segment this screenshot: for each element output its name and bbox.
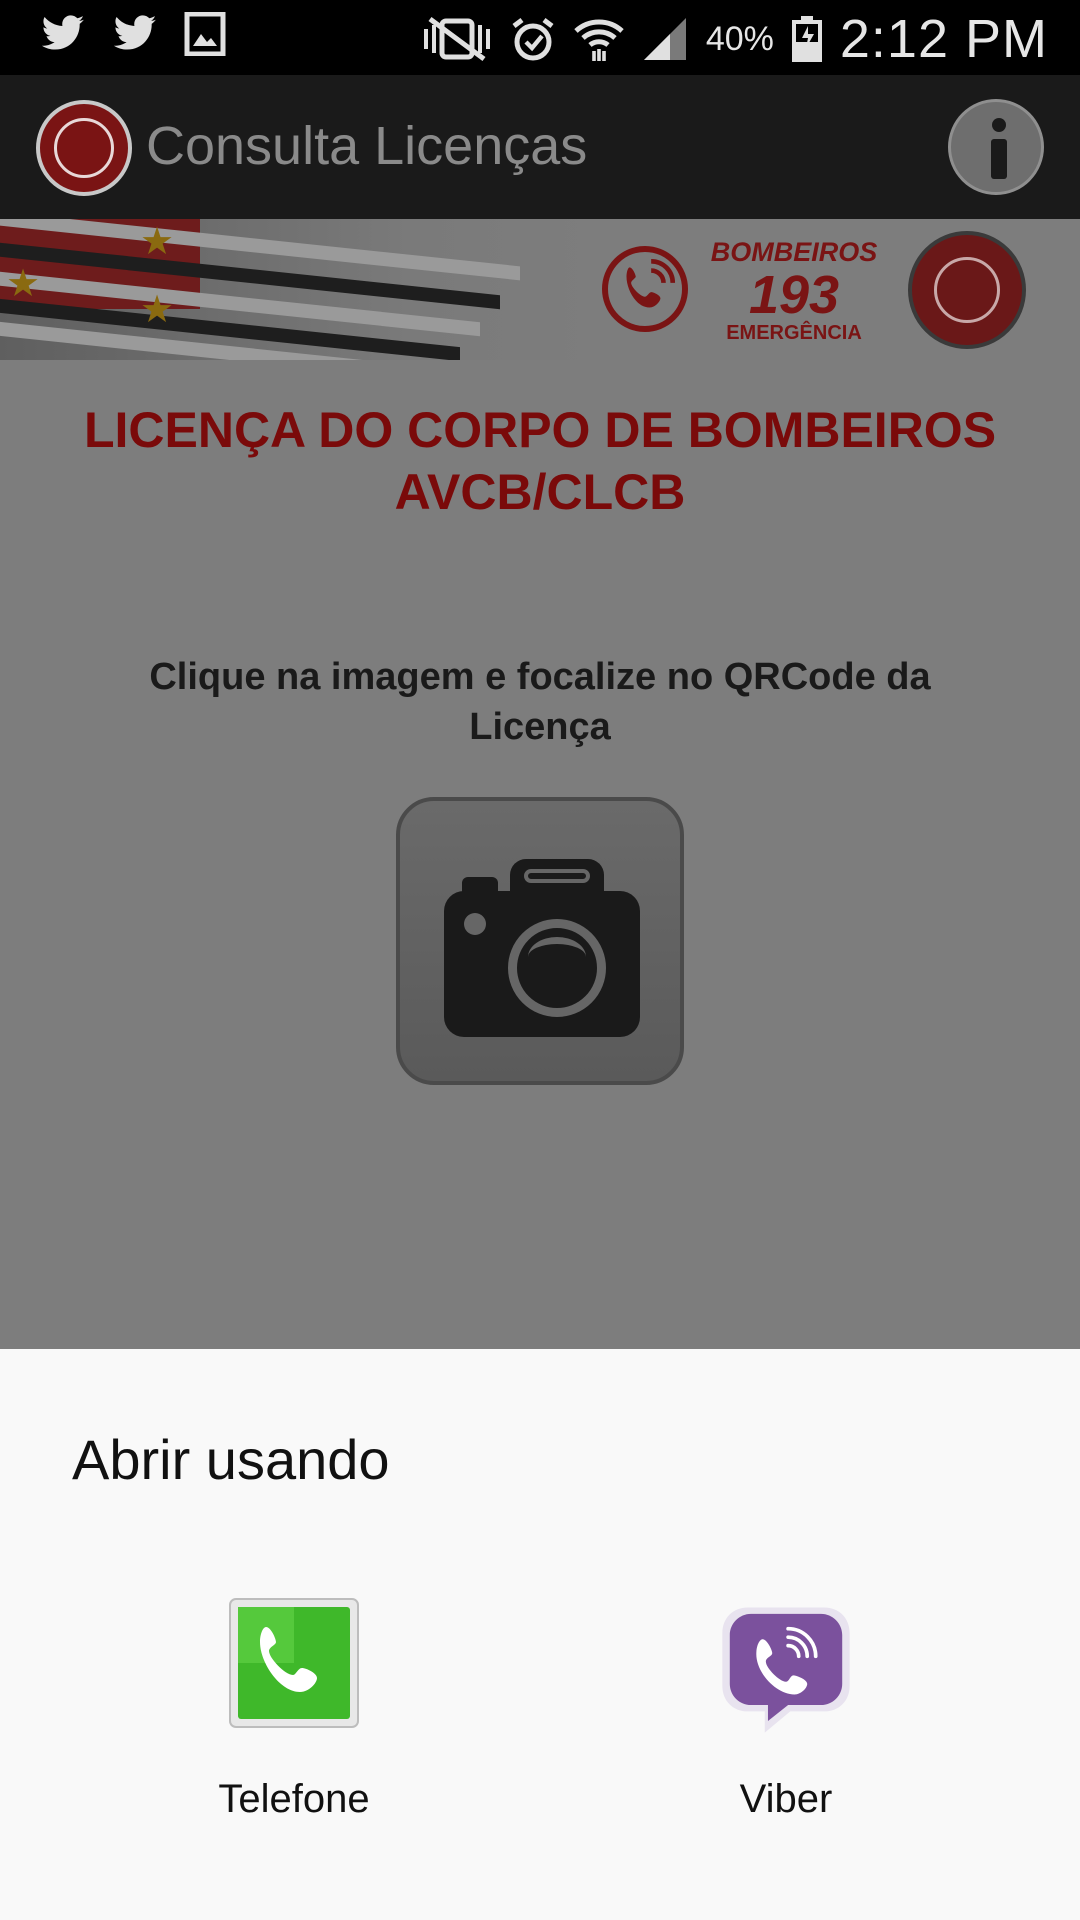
viber-app-icon <box>722 1607 850 1733</box>
battery-percent: 40% <box>705 19 774 58</box>
main-content: ★ ★ ★ BOMBEIROS 193 EMERGÊNCIA LICENÇA D… <box>0 219 1080 1349</box>
emergency-phone-icon <box>602 246 688 332</box>
page-headline: LICENÇA DO CORPO DE BOMBEIROS AVCB/CLCB <box>83 402 997 520</box>
app-title: Consulta Licenças <box>146 116 588 176</box>
camera-button[interactable] <box>396 797 684 1085</box>
phone-app-icon <box>229 1598 359 1728</box>
app-bar: Consulta Licenças <box>0 75 1080 219</box>
emergency-label: BOMBEIROS 193 EMERGÊNCIA <box>710 237 878 344</box>
image-icon <box>184 12 226 56</box>
header-banner: ★ ★ ★ BOMBEIROS 193 EMERGÊNCIA <box>0 219 1080 360</box>
app-logo-icon <box>36 100 132 196</box>
app-option-label: Telefone <box>218 1777 370 1821</box>
info-button[interactable] <box>948 99 1044 195</box>
app-option-viber[interactable]: Viber <box>636 1597 936 1821</box>
status-bar: 40% 2:12 PM <box>0 0 1080 75</box>
twitter-icon <box>113 15 157 50</box>
instruction-text: Clique na imagem e focalize no QRCode da… <box>149 656 931 748</box>
sheet-title: Abrir usando <box>72 1428 390 1491</box>
app-option-telefone[interactable]: Telefone <box>144 1597 444 1821</box>
info-icon <box>992 118 1006 132</box>
app-option-label: Viber <box>739 1777 833 1821</box>
notification-icons <box>40 12 226 56</box>
clock: 2:12 PM <box>839 9 1048 69</box>
alarm-icon <box>512 18 554 61</box>
twitter-icon <box>41 15 85 50</box>
mute-vibrate-icon <box>423 17 490 61</box>
open-with-sheet: Abrir usando Telefone Viber <box>0 1349 1080 1920</box>
wifi-icon <box>574 19 624 61</box>
signal-icon <box>643 18 686 60</box>
firefighters-crest-icon <box>908 231 1026 349</box>
system-icons: 40% 2:12 PM <box>422 8 1048 70</box>
battery-icon <box>791 16 822 62</box>
